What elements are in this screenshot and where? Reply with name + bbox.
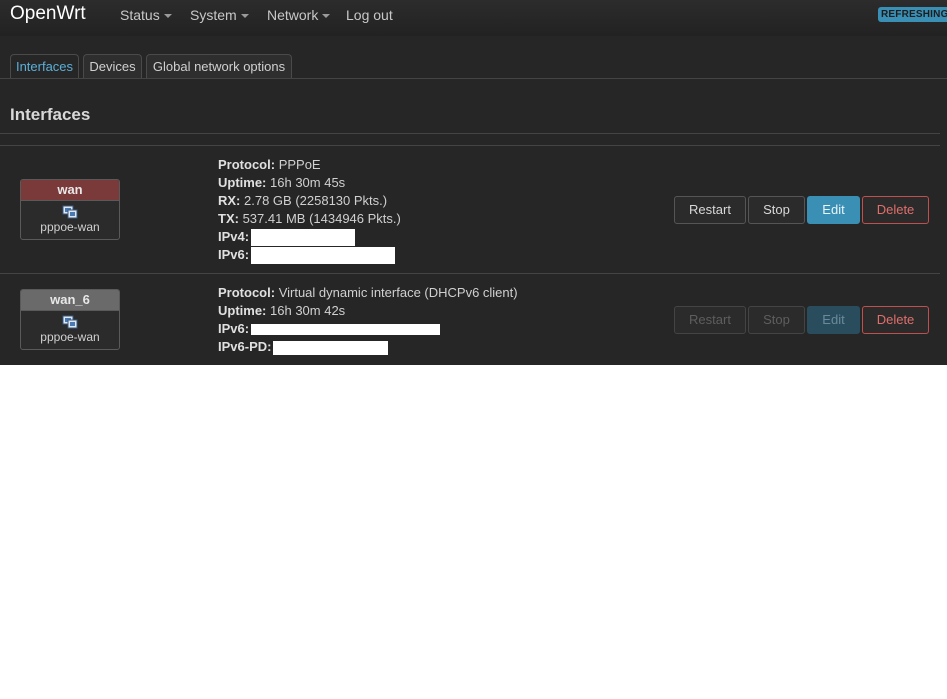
brand-logo[interactable]: OpenWrt — [10, 3, 86, 25]
info-label: IPv6: — [218, 321, 250, 336]
info-ipv4: IPv4: — [218, 229, 356, 247]
info-ipv6: IPv6: — [218, 321, 441, 336]
info-value: 2.78 GB (2258130 Pkts.) — [244, 193, 388, 208]
section-divider — [0, 133, 940, 134]
interface-badge: wan_6 pppoe-wan — [20, 289, 120, 350]
network-interface-icon — [62, 315, 78, 329]
edit-button[interactable]: Edit — [807, 196, 860, 224]
info-protocol: Protocol: PPPoE — [218, 157, 321, 172]
menu-status[interactable]: Status — [120, 7, 172, 23]
info-value: PPPoE — [278, 157, 321, 172]
redacted-value — [251, 247, 396, 265]
tab-divider — [0, 78, 947, 79]
info-label: RX: — [218, 193, 241, 208]
info-label: TX: — [218, 211, 239, 226]
info-uptime: Uptime: 16h 30m 42s — [218, 303, 345, 318]
info-value: 16h 30m 45s — [270, 175, 346, 190]
info-value: 16h 30m 42s — [270, 303, 346, 318]
interface-row-wan_6: wan_6 pppoe-wan Protocol: Virtual dynami… — [0, 274, 940, 365]
info-tx: TX: 537.41 MB (1434946 Pkts.) — [218, 211, 401, 226]
menu-network-label: Network — [267, 7, 319, 23]
restart-button[interactable]: Restart — [674, 196, 746, 224]
interface-device: pppoe-wan — [40, 220, 100, 234]
interface-name: wan_6 — [21, 290, 119, 311]
info-label: Uptime: — [218, 303, 267, 318]
stop-button[interactable]: Stop — [748, 196, 805, 224]
luci-page: OpenWrt Status System Network Log out RE… — [0, 0, 947, 365]
menu-network[interactable]: Network — [267, 7, 331, 23]
restart-button[interactable]: Restart — [674, 306, 746, 334]
redacted-value — [251, 229, 356, 247]
tab-devices[interactable]: Devices — [83, 54, 142, 78]
menu-status-label: Status — [120, 7, 160, 23]
info-ipv6: IPv6: — [218, 247, 396, 265]
refreshing-badge[interactable]: REFRESHING — [878, 7, 947, 22]
tab-interfaces[interactable]: Interfaces — [10, 54, 79, 79]
menu-logout-label: Log out — [346, 7, 393, 23]
info-label: IPv6: — [218, 247, 250, 262]
section-title: Interfaces — [10, 105, 91, 124]
menu-system-label: System — [190, 7, 237, 23]
info-value: Virtual dynamic interface (DHCPv6 client… — [278, 285, 518, 300]
menu-logout[interactable]: Log out — [346, 7, 393, 23]
info-rx: RX: 2.78 GB (2258130 Pkts.) — [218, 193, 387, 208]
interface-badge: wan pppoe-wan — [20, 179, 120, 240]
chevron-down-icon — [240, 14, 249, 19]
network-interface-icon — [62, 205, 78, 219]
redacted-value — [251, 324, 441, 336]
delete-button[interactable]: Delete — [862, 196, 929, 224]
redacted-value — [273, 340, 389, 355]
chevron-down-icon — [322, 14, 331, 19]
info-label: Protocol: — [218, 157, 276, 172]
info-label: Protocol: — [218, 285, 276, 300]
menu-system[interactable]: System — [190, 7, 249, 23]
info-ipv6-pd: IPv6-PD: — [218, 339, 389, 355]
info-label: Uptime: — [218, 175, 267, 190]
info-uptime: Uptime: 16h 30m 45s — [218, 175, 345, 190]
top-navbar: OpenWrt Status System Network Log out RE… — [0, 0, 947, 36]
tab-global-network-options[interactable]: Global network options — [146, 54, 292, 78]
interface-row-wan: wan pppoe-wan Protocol: PPPoE Uptime: 16… — [0, 146, 940, 273]
edit-button[interactable]: Edit — [807, 306, 860, 334]
info-label: IPv6-PD: — [218, 339, 272, 354]
info-protocol: Protocol: Virtual dynamic interface (DHC… — [218, 285, 518, 300]
stop-button[interactable]: Stop — [748, 306, 805, 334]
interface-device: pppoe-wan — [40, 330, 100, 344]
interface-name: wan — [21, 180, 119, 201]
chevron-down-icon — [163, 14, 172, 19]
info-label: IPv4: — [218, 229, 250, 244]
info-value: 537.41 MB (1434946 Pkts.) — [242, 211, 401, 226]
delete-button[interactable]: Delete — [862, 306, 929, 334]
